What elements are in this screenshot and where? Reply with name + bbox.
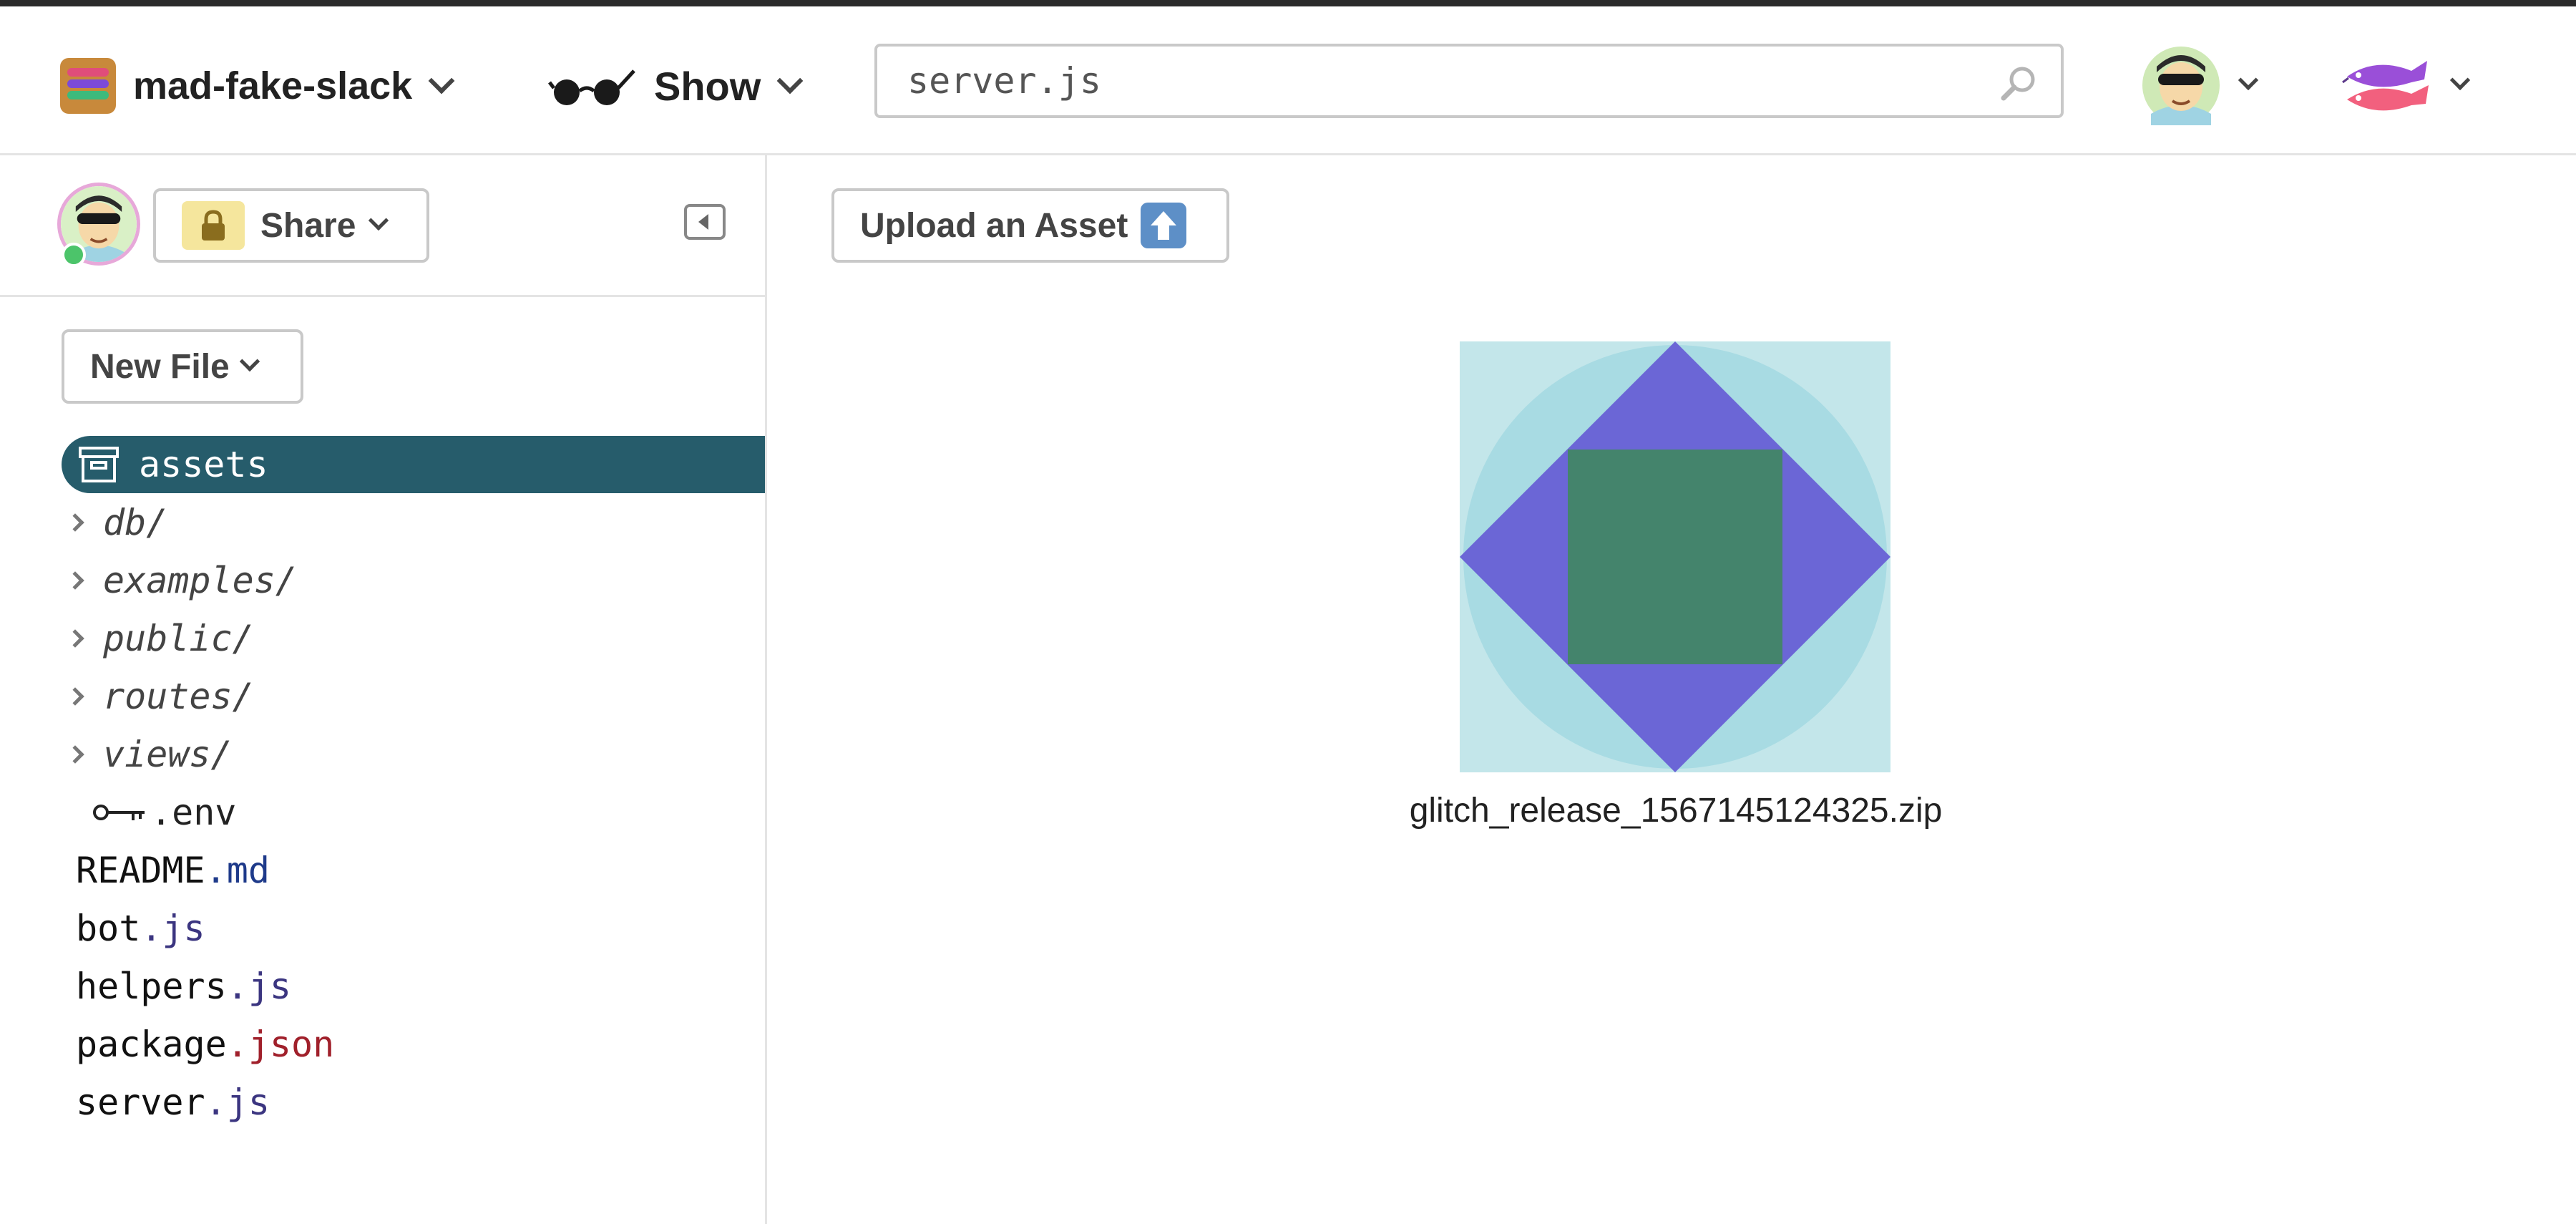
tree-folder-db[interactable]: db/ xyxy=(0,493,765,551)
avatar[interactable] xyxy=(57,183,140,267)
tree-item-label: db/ xyxy=(103,501,168,543)
new-file-button[interactable]: New File xyxy=(62,329,303,404)
file-basename: bot xyxy=(76,907,141,949)
show-label: Show xyxy=(654,63,761,109)
file-extension: .json xyxy=(226,1023,335,1065)
tree-item-label: examples/ xyxy=(103,559,297,601)
file-extension: .js xyxy=(226,965,292,1007)
tree-item-label: assets xyxy=(139,444,268,485)
project-menu[interactable]: mad-fake-slack xyxy=(60,58,455,114)
lock-icon xyxy=(182,201,245,250)
tree-file-bot[interactable]: bot .js xyxy=(0,899,765,957)
project-name: mad-fake-slack xyxy=(133,64,413,107)
search-bar xyxy=(874,44,2064,118)
collapse-sidebar-button[interactable] xyxy=(684,204,726,240)
chevron-down-icon xyxy=(776,67,804,94)
chevron-right-icon xyxy=(66,628,84,648)
tree-item-label: .env xyxy=(150,791,237,833)
tree-folder-routes[interactable]: routes/ xyxy=(0,667,765,725)
sunglasses-icon xyxy=(548,69,635,105)
tree-folder-public[interactable]: public/ xyxy=(0,609,765,667)
team-menu[interactable] xyxy=(2340,45,2471,125)
chevron-down-icon xyxy=(239,351,260,372)
key-icon xyxy=(93,804,145,820)
upload-asset-button[interactable]: Upload an Asset xyxy=(831,188,1229,263)
file-basename: server xyxy=(76,1081,205,1123)
tree-file-env[interactable]: .env xyxy=(0,783,765,841)
user-menu[interactable] xyxy=(2141,45,2259,125)
up-arrow-icon xyxy=(1141,203,1187,248)
file-tree: assets db/ examples/ public/ routes/ vie… xyxy=(0,436,765,1131)
file-basename: package xyxy=(76,1023,227,1065)
asset-filename: glitch_release_1567145124325.zip xyxy=(1409,792,1943,830)
project-logo-icon xyxy=(60,58,116,114)
chevron-down-icon xyxy=(2449,69,2471,91)
search-input[interactable] xyxy=(906,59,1968,102)
show-menu[interactable]: Show xyxy=(548,58,804,114)
tree-file-package[interactable]: package .json xyxy=(0,1015,765,1073)
top-edge-bar xyxy=(0,0,2576,6)
tree-file-readme[interactable]: README .md xyxy=(0,841,765,899)
chevron-down-icon xyxy=(369,210,389,231)
asset-placeholder-icon xyxy=(1460,341,1890,772)
archive-icon xyxy=(79,447,119,482)
file-basename: helpers xyxy=(76,965,227,1007)
file-extension: .js xyxy=(140,907,205,949)
asset-thumbnail[interactable] xyxy=(1460,341,1890,772)
app-header: mad-fake-slack Show xyxy=(0,6,2576,155)
user-avatar-icon xyxy=(2142,47,2220,125)
file-extension: .js xyxy=(205,1081,270,1123)
tree-item-label: routes/ xyxy=(103,675,254,717)
share-button[interactable]: Share xyxy=(153,188,429,263)
assets-panel: Upload an Asset glitch_release_156714512… xyxy=(767,155,2576,1224)
search-icon[interactable] xyxy=(1998,62,2041,105)
fish-logo-icon xyxy=(2342,61,2429,111)
tree-folder-views[interactable]: views/ xyxy=(0,725,765,783)
online-status-icon xyxy=(62,243,86,267)
tree-item-label: public/ xyxy=(103,617,254,659)
tree-file-helpers[interactable]: helpers .js xyxy=(0,957,765,1015)
upload-asset-label: Upload an Asset xyxy=(860,206,1128,245)
chevron-right-icon xyxy=(66,513,84,532)
file-extension: .md xyxy=(205,849,270,891)
chevron-right-icon xyxy=(66,570,84,590)
tree-item-label: views/ xyxy=(103,733,233,775)
tree-item-assets[interactable]: assets xyxy=(62,436,765,493)
chevron-down-icon xyxy=(2238,69,2259,91)
tree-folder-examples[interactable]: examples/ xyxy=(0,551,765,609)
chevron-down-icon xyxy=(428,67,455,94)
chevron-right-icon xyxy=(66,686,84,706)
sidebar-toolbar: Share xyxy=(0,155,765,297)
tree-file-server[interactable]: server .js xyxy=(0,1073,765,1131)
file-basename: README xyxy=(76,849,205,891)
new-file-label: New File xyxy=(90,347,230,386)
share-label: Share xyxy=(260,206,356,245)
chevron-right-icon xyxy=(66,744,84,764)
sidebar: Share New File assets db/ examples/ publ… xyxy=(0,155,767,1224)
